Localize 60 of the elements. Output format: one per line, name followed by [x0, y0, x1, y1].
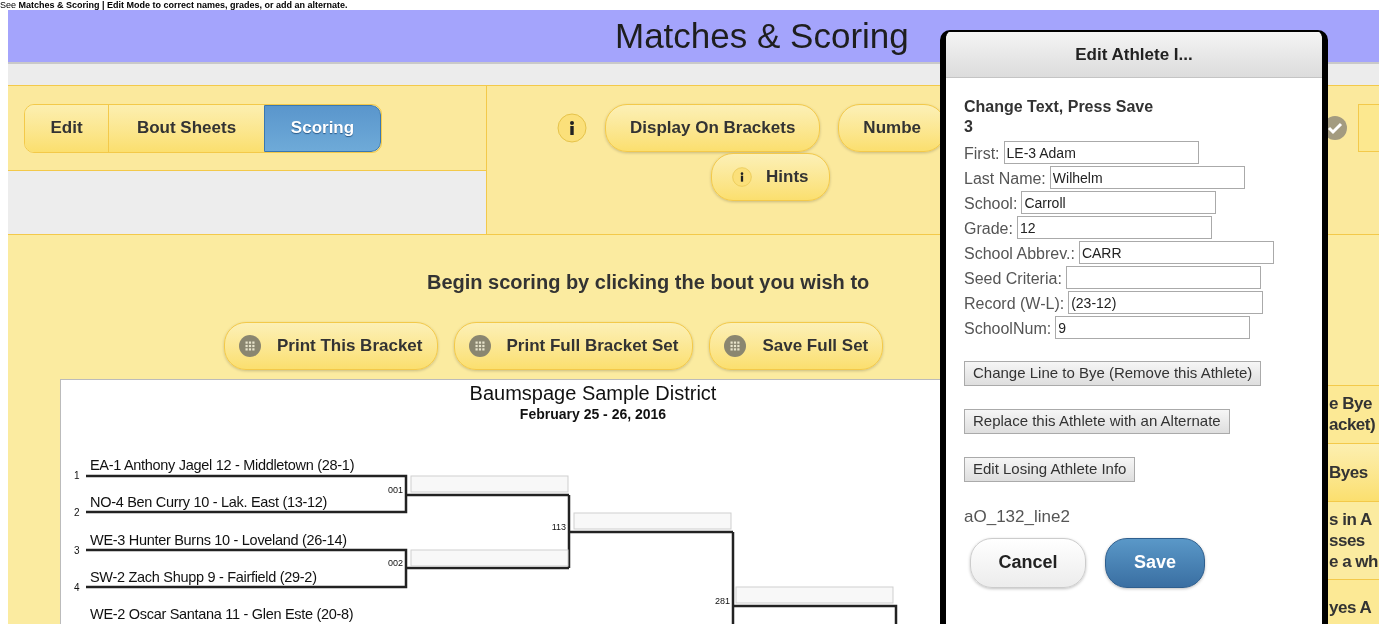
text-field[interactable]: LE-3 Adam: [1003, 141, 1199, 164]
mode-tab[interactable]: Edit: [25, 104, 108, 152]
seed-number: 1: [74, 470, 80, 482]
athlete-name: WE-3 Hunter Burns 10 - Loveland (26-14): [90, 531, 347, 548]
athlete-name: WE-2 Oscar Santana 11 - Glen Este (20-8): [90, 606, 354, 623]
bout-number: 281: [714, 596, 730, 607]
print-button[interactable]: Print Full Bracket Set: [453, 322, 694, 371]
action-button[interactable]: Change Line to Bye (Remove this Athlete): [964, 361, 1262, 386]
athlete-name: EA-1 Anthony Jagel 12 - Middletown (28-1): [90, 457, 355, 474]
text-field[interactable]: [1065, 266, 1261, 289]
seed-number: 3: [74, 544, 80, 556]
print-button[interactable]: Print This Bracket: [224, 322, 438, 371]
side-button[interactable]: yes A: [1328, 579, 1379, 624]
seed-number: 4: [74, 582, 80, 594]
text-field[interactable]: Wilhelm: [1049, 166, 1245, 189]
instruction-text: Begin scoring by clicking the bout you wish to: [427, 271, 870, 293]
hints-button[interactable]: Hints: [711, 153, 830, 201]
field-label: School Abbrev.:: [964, 244, 1075, 264]
info-icon: [732, 167, 752, 187]
dialog-subheading: 3: [964, 117, 973, 136]
field-label: SchoolNum:: [964, 319, 1052, 339]
info-button[interactable]: [556, 112, 587, 143]
field-label: First:: [964, 144, 1000, 164]
grid-icon: [724, 335, 747, 358]
bout-number: 002: [387, 558, 403, 569]
field-label: School:: [964, 194, 1018, 214]
seed-number: 2: [74, 507, 80, 519]
field-label: Record (W-L):: [964, 294, 1065, 314]
text-field[interactable]: 9: [1055, 316, 1251, 339]
grid-icon: [239, 335, 261, 358]
text-field[interactable]: 12: [1016, 216, 1212, 239]
side-button[interactable]: e Bye acket): [1328, 385, 1379, 443]
text-field[interactable]: (23-12): [1068, 291, 1264, 314]
toolbar-button[interactable]: Display On Brackets: [605, 103, 821, 152]
bout-number: 001: [387, 485, 403, 496]
page-title: Matches & Scoring: [615, 14, 909, 57]
athlete-name: SW-2 Zach Shupp 9 - Fairfield (29-2): [90, 569, 317, 586]
info-icon: [556, 112, 587, 143]
action-button[interactable]: Edit Losing Athlete Info: [964, 457, 1136, 482]
action-button[interactable]: Replace this Athlete with an Alternate: [964, 409, 1230, 434]
mode-tab[interactable]: Bout Sheets: [108, 104, 264, 152]
side-button[interactable]: Byes: [1328, 442, 1379, 501]
print-button[interactable]: Save Full Set: [709, 322, 884, 371]
dialog-heading: Change Text, Press Save: [964, 97, 1154, 117]
dialog-title: Edit Athlete I...: [1075, 43, 1193, 66]
text-field[interactable]: Carroll: [1021, 191, 1217, 214]
text-field[interactable]: CARR: [1078, 241, 1274, 264]
bout-number: 113: [551, 522, 566, 533]
grid-icon: [468, 335, 491, 358]
bracket-title: Baumspage Sample District: [469, 382, 717, 405]
field-label: Grade:: [964, 219, 1013, 239]
field-label: Seed Criteria:: [964, 269, 1062, 289]
save-button[interactable]: Save: [1105, 537, 1205, 588]
cancel-button[interactable]: Cancel: [970, 537, 1086, 588]
athlete-name: NO-4 Ben Curry 10 - Lak. East (13-12): [90, 494, 328, 511]
bracket-date: February 25 - 26, 2016: [519, 406, 667, 423]
line-id: aO_132_line2: [964, 506, 1070, 528]
banner-text: See Matches & Scoring | Edit Mode to correct names, grades, or add an alternate.: [0, 0, 348, 10]
field-label: Last Name:: [964, 169, 1046, 189]
toolbar-button-edge[interactable]: [1359, 103, 1379, 152]
